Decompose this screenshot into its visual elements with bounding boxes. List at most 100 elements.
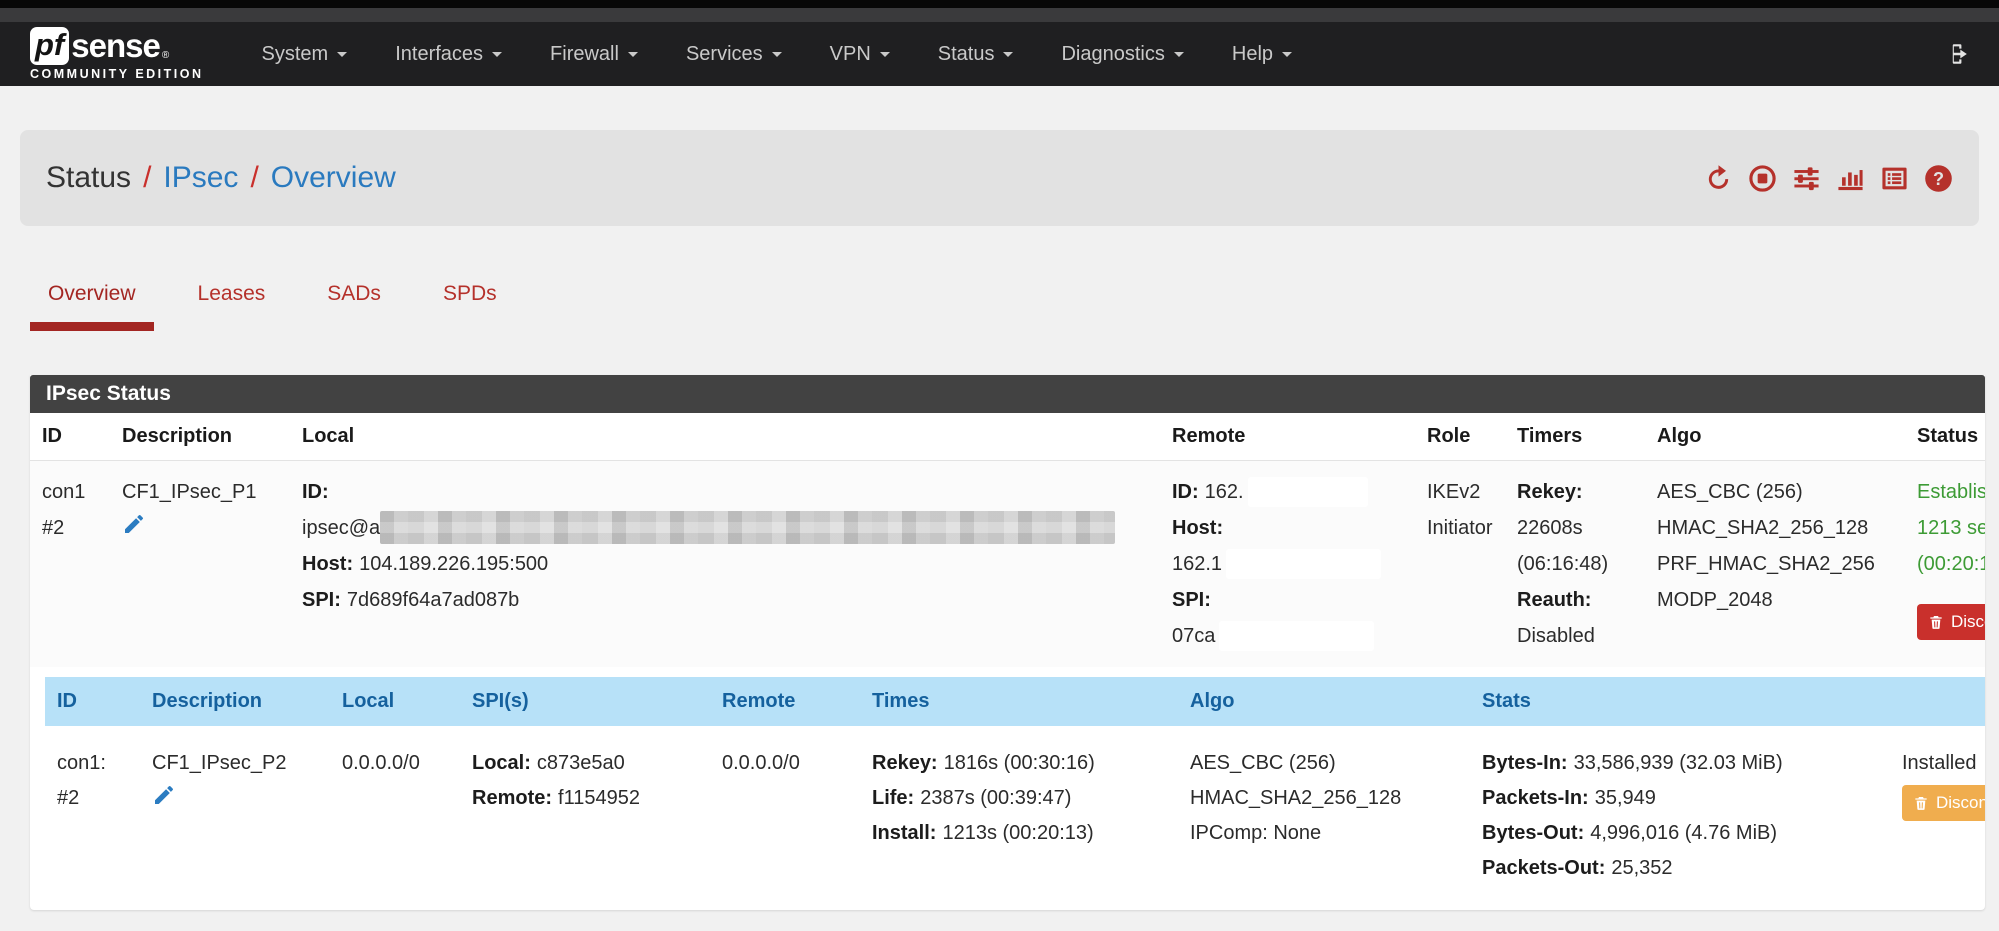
child-col-description: Description [140,677,330,728]
stop-icon[interactable] [1748,164,1777,193]
role-version: IKEv2 [1427,474,1493,510]
sa-description-cell: CF1_IPsec_P1 [110,461,290,668]
time-rekey-label: Rekey: [872,752,938,774]
disconnect-button[interactable]: Disconnect [1917,604,1985,640]
pfsense-logo[interactable]: pf sense ® COMMUNITY EDITION [30,27,204,81]
child-col-id: ID [45,677,140,728]
nav-menu: System Interfaces Firewall Services VPN … [238,22,1316,86]
rekey-label: Rekey: [1517,481,1583,503]
rekey-value: 22608s [1517,510,1633,546]
edit-icon[interactable] [122,512,146,536]
bar-chart-icon[interactable] [1836,164,1865,193]
nav-item-diagnostics[interactable]: Diagnostics [1037,22,1207,86]
bytes-in-value: 33,586,939 (32.03 MiB) [1574,752,1783,774]
nav-item-services[interactable]: Services [662,22,806,86]
sa-algo-cell: AES_CBC (256) HMAC_SHA2_256_128 PRF_HMAC… [1645,461,1905,668]
local-spi-value: 7d689f64a7ad087b [347,589,519,611]
child-local-subnet: 0.0.0.0/0 [342,746,448,781]
sa-local-cell: ID: ipsec@a Host:104.189.226.195:500 SPI… [290,461,1160,668]
breadcrumb-ipsec-link[interactable]: IPsec [163,161,238,194]
nav-item-system[interactable]: System [238,22,372,86]
child-stats-cell: Bytes-In:33,586,939 (32.03 MiB) Packets-… [1470,728,1890,904]
bytes-in-label: Bytes-In: [1482,752,1568,774]
refresh-icon[interactable] [1704,164,1733,193]
tab-spds[interactable]: SPDs [425,282,515,331]
sa-remote-cell: ID:162. Host: 162.1 SPI: 07ca [1160,461,1415,668]
remote-id-value: 162. [1205,481,1244,503]
nav-label: Interfaces [395,43,483,66]
child-col-status [1890,677,1985,728]
nav-item-vpn[interactable]: VPN [806,22,914,86]
child-id-number: #2 [57,781,128,816]
child-status-text: Installed [1902,746,1985,781]
algo-encryption: AES_CBC (256) [1657,474,1893,510]
child-col-stats: Stats [1470,677,1890,728]
breadcrumb-overview-link[interactable]: Overview [271,161,396,194]
local-id-label: ID: [302,481,329,503]
ipsec-status-table: ID Description Local Remote Role Timers … [30,413,1985,667]
breadcrumb: Status/IPsec/Overview [46,161,396,195]
chevron-down-icon [1174,52,1184,62]
time-rekey-value: 1816s (00:30:16) [944,752,1095,774]
remote-spi-label: SPI: [1172,589,1211,611]
chevron-down-icon [1003,52,1013,62]
col-timers: Timers [1505,413,1645,461]
breadcrumb-panel: Status/IPsec/Overview ? [20,130,1979,226]
col-id: ID [30,413,110,461]
col-status: Status [1905,413,1985,461]
remote-spi-value: 07ca [1172,625,1215,647]
nav-item-interfaces[interactable]: Interfaces [371,22,526,86]
reauth-value: Disabled [1517,618,1633,654]
child-algo-cell: AES_CBC (256) HMAC_SHA2_256_128 IPComp: … [1178,728,1470,904]
nav-label: Status [938,43,995,66]
tab-leases[interactable]: Leases [180,282,284,331]
edit-icon[interactable] [152,783,176,807]
sign-out-icon[interactable] [1943,41,1969,67]
nav-item-firewall[interactable]: Firewall [526,22,662,86]
trash-icon [1913,795,1929,811]
child-disconnect-button[interactable]: Disconnect [1902,785,1985,821]
remote-host-label: Host: [1172,517,1223,539]
logo-registered-mark: ® [162,50,169,61]
spi-remote-value: f1154952 [558,787,640,809]
sa-role-cell: IKEv2 Initiator [1415,461,1505,668]
role-value: Initiator [1427,510,1493,546]
remote-id-label: ID: [1172,481,1199,503]
child-table-header-row: ID Description Local SPI(s) Remote Times… [45,677,1985,728]
list-icon[interactable] [1880,164,1909,193]
sa-id: con1 [42,474,98,510]
tab-sads[interactable]: SADs [309,282,399,331]
trash-icon [1928,614,1944,630]
nav-label: System [262,43,329,66]
child-local-cell: 0.0.0.0/0 [330,728,460,904]
nav-label: Diagnostics [1061,43,1164,66]
navbar: pf sense ® COMMUNITY EDITION System Inte… [0,22,1999,86]
sa-id-cell: con1 #2 [30,461,110,668]
sliders-icon[interactable] [1792,164,1821,193]
logo-pf: pf [30,27,69,65]
packets-out-value: 25,352 [1611,857,1672,879]
table-clip: ID Description Local Remote Role Timers … [30,413,1985,910]
nav-item-status[interactable]: Status [914,22,1038,86]
local-id-value: ipsec@a [302,517,380,539]
tab-overview[interactable]: Overview [30,282,154,331]
child-status-cell: Installed Disconnect [1890,728,1985,904]
help-icon[interactable]: ? [1924,164,1953,193]
child-remote-subnet: 0.0.0.0/0 [722,746,848,781]
col-algo: Algo [1645,413,1905,461]
status-age-hms: (00:20:13) [1917,546,1985,582]
time-install-value: 1213s (00:20:13) [942,822,1093,844]
sa-description: CF1_IPsec_P1 [122,474,278,510]
breadcrumb-separator: / [250,161,258,194]
child-sa-table: ID Description Local SPI(s) Remote Times… [45,677,1985,904]
child-times-cell: Rekey:1816s (00:30:16) Life:2387s (00:39… [860,728,1178,904]
nav-item-help[interactable]: Help [1208,22,1316,86]
status-age: 1213 seconds [1917,510,1985,546]
chevron-down-icon [1282,52,1292,62]
nav-label: VPN [830,43,871,66]
child-description: CF1_IPsec_P2 [152,746,318,781]
time-life-label: Life: [872,787,914,809]
child-algo-ipcomp: IPComp: None [1190,816,1458,851]
sa-timers-cell: Rekey: 22608s (06:16:48) Reauth: Disable… [1505,461,1645,668]
ipsec-table-header-row: ID Description Local Remote Role Timers … [30,413,1985,461]
